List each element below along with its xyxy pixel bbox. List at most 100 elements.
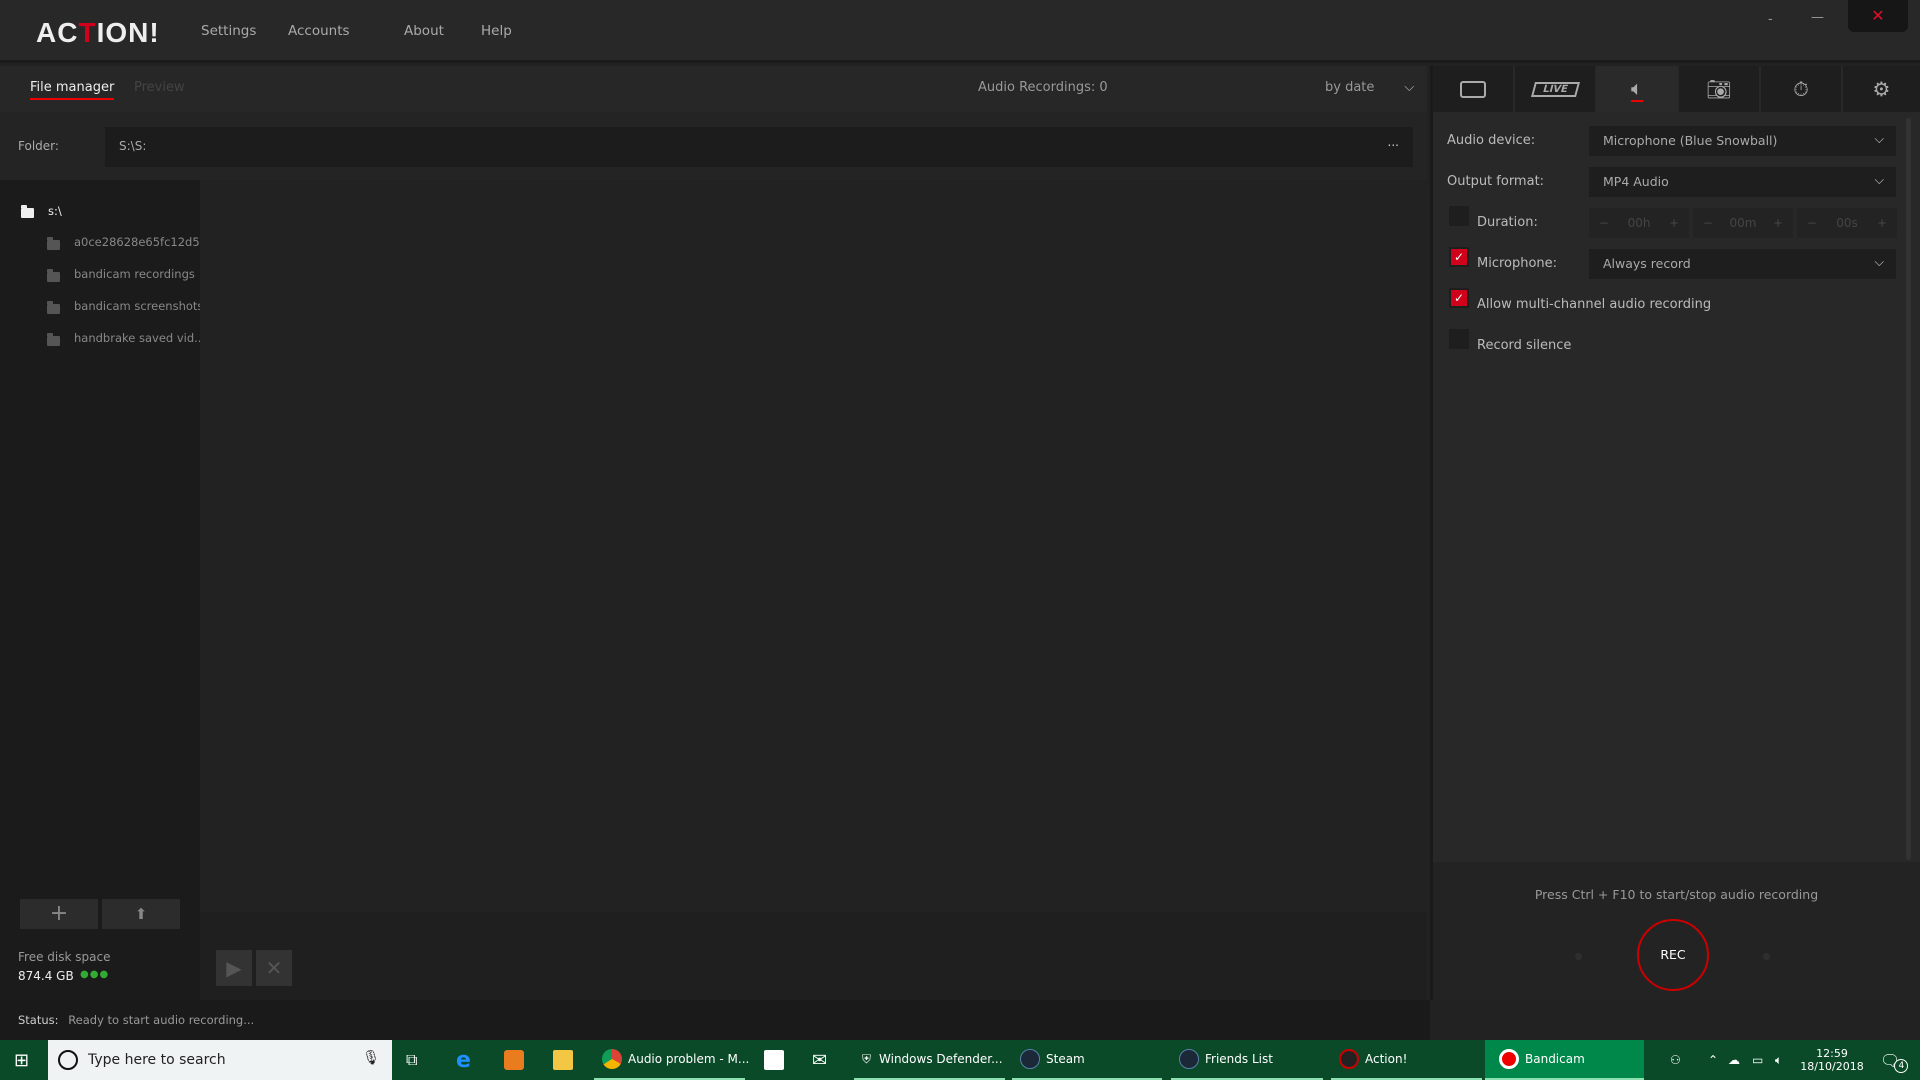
dot-icon [1575, 953, 1582, 960]
tab-timer[interactable]: ⏱︎ [1761, 66, 1841, 112]
minimize-button[interactable]: - [1768, 12, 1773, 27]
free-disk-value: 874.4 GB [18, 969, 74, 983]
clock[interactable]: 12:59 18/10/2018 [1800, 1040, 1864, 1080]
action-logo: ACTION! [36, 17, 160, 48]
tree-item[interactable]: bandicam recordings [74, 267, 195, 281]
record-controls: Press Ctrl + F10 to start/stop audio rec… [1433, 862, 1920, 1000]
cortana-icon [58, 1050, 78, 1070]
window-title: Bandicam [1525, 1052, 1585, 1066]
taskbar-steam[interactable]: Steam [1012, 1040, 1162, 1080]
windows-taskbar: ⊞ Type here to search 🎙︎ ⧉ e Audio probl… [0, 1040, 1920, 1080]
action-icon [1339, 1049, 1359, 1069]
close-button[interactable]: ✕ [1848, 0, 1908, 32]
status-bar: Status: Ready to start audio recording..… [0, 1000, 1430, 1040]
playback-bar [200, 912, 1427, 1000]
audio-device-dropdown[interactable]: Microphone (Blue Snowball) ⌵ [1589, 126, 1896, 156]
store-icon[interactable] [764, 1040, 790, 1080]
sort-dropdown[interactable]: by date ⌵ [1325, 80, 1414, 95]
duration-seconds-stepper[interactable]: −00s + [1797, 208, 1897, 238]
action-center-icon[interactable]: 🗨︎ 4 [1880, 1040, 1909, 1080]
output-format-dropdown[interactable]: MP4 Audio ⌵ [1589, 167, 1896, 197]
tab-video[interactable] [1433, 66, 1513, 112]
folder-icon [21, 205, 34, 218]
recordings-count: Audio Recordings: 0 [978, 80, 1108, 95]
restore-button[interactable]: — [1811, 10, 1824, 25]
search-placeholder: Type here to search [88, 1052, 226, 1068]
edge-icon[interactable]: e [456, 1040, 471, 1080]
date: 18/10/2018 [1800, 1060, 1864, 1073]
status-text: Ready to start audio recording... [68, 1013, 255, 1027]
multichannel-label: Allow multi-channel audio recording [1477, 297, 1712, 312]
play-button[interactable]: ▶ [216, 950, 252, 986]
volume-icon[interactable]: 🔈︎ [1775, 1040, 1782, 1080]
live-icon: LIVE [1530, 81, 1580, 97]
disk-indicator-icon: ●●● [80, 969, 110, 980]
taskbar-chrome[interactable]: Audio problem - M... [594, 1040, 749, 1080]
stopwatch-icon: ⏱︎ [1793, 77, 1809, 101]
tree-item[interactable]: a0ce28628e65fc12d5 [74, 235, 200, 249]
tab-file-manager[interactable]: File manager [30, 80, 115, 100]
microphone-icon: 🎙︎ [362, 1050, 380, 1066]
menu-about[interactable]: About [404, 23, 444, 39]
people-icon[interactable]: ⚇ [1670, 1040, 1681, 1080]
time: 12:59 [1816, 1047, 1848, 1060]
menu-accounts[interactable]: Accounts [288, 23, 350, 39]
audio-device-value: Microphone (Blue Snowball) [1603, 133, 1778, 148]
upload-folder-button[interactable]: ⬆ [102, 899, 180, 929]
microphone-mode-dropdown[interactable]: Always record ⌵ [1589, 249, 1896, 279]
tab-settings[interactable]: ⚙ [1843, 66, 1920, 112]
media-player-icon[interactable] [504, 1040, 530, 1080]
chrome-icon [602, 1049, 622, 1069]
tree-item[interactable]: bandicam screenshots [74, 299, 203, 313]
status-label: Status: [18, 1013, 59, 1027]
audio-device-label: Audio device: [1447, 133, 1536, 148]
menu-help[interactable]: Help [481, 23, 512, 39]
bandicam-icon [1499, 1049, 1519, 1069]
window-title: Action! [1365, 1052, 1408, 1066]
tree-root[interactable]: s:\ [48, 204, 62, 218]
microphone-mode-value: Always record [1603, 256, 1691, 271]
network-icon[interactable]: ▭ [1752, 1040, 1763, 1080]
file-explorer-icon[interactable] [553, 1040, 579, 1080]
folder-icon [47, 333, 60, 346]
tab-preview[interactable]: Preview [134, 80, 185, 95]
taskbar-friends-list[interactable]: Friends List [1171, 1040, 1323, 1080]
record-silence-label: Record silence [1477, 338, 1572, 353]
chevron-up-icon[interactable]: ⌃ [1708, 1040, 1718, 1080]
taskbar-bandicam[interactable]: Bandicam [1485, 1040, 1644, 1080]
free-disk-label: Free disk space [18, 950, 111, 964]
tree-item[interactable]: handbrake saved vid... [74, 331, 205, 345]
add-folder-button[interactable]: + [20, 899, 98, 929]
tab-audio[interactable]: 🔈︎ [1597, 66, 1677, 112]
delete-button[interactable]: ✕ [256, 950, 292, 986]
menu-settings[interactable]: Settings [201, 23, 256, 39]
duration-hours-stepper[interactable]: −00h + [1589, 208, 1689, 238]
taskbar-defender[interactable]: ⛨ Windows Defender... [854, 1040, 1005, 1080]
chevron-down-icon: ⌵ [1874, 131, 1884, 146]
duration-checkbox[interactable] [1449, 206, 1469, 226]
microphone-checkbox[interactable]: ✓ [1449, 247, 1469, 267]
mail-icon[interactable]: ✉ [812, 1040, 827, 1080]
tab-live[interactable]: LIVE [1515, 66, 1595, 112]
folder-icon [47, 237, 60, 250]
tab-screenshot[interactable]: 📷︎ [1679, 66, 1759, 112]
seconds-value: 00s [1836, 216, 1858, 230]
start-button[interactable]: ⊞ [14, 1040, 29, 1080]
hotkey-hint: Press Ctrl + F10 to start/stop audio rec… [1534, 887, 1819, 902]
window-title: Audio problem - M... [628, 1052, 750, 1066]
shield-icon: ⛨ [862, 1051, 872, 1066]
onedrive-icon[interactable]: ☁ [1728, 1040, 1740, 1080]
taskbar-action[interactable]: Action! [1331, 1040, 1482, 1080]
steam-icon [1179, 1049, 1199, 1069]
scrollbar[interactable] [1906, 118, 1911, 860]
taskbar-search[interactable]: Type here to search 🎙︎ [48, 1040, 392, 1080]
record-silence-checkbox[interactable] [1449, 329, 1469, 349]
multichannel-checkbox[interactable]: ✓ [1449, 288, 1469, 308]
folder-icon [47, 269, 60, 282]
browse-button[interactable]: ... [1388, 135, 1399, 149]
duration-minutes-stepper[interactable]: −00m + [1693, 208, 1793, 238]
task-view-icon[interactable]: ⧉ [406, 1040, 417, 1080]
rec-button[interactable]: REC [1637, 919, 1709, 991]
folder-label: Folder: [18, 139, 59, 153]
folder-input[interactable]: S:\S:... [105, 127, 1413, 167]
